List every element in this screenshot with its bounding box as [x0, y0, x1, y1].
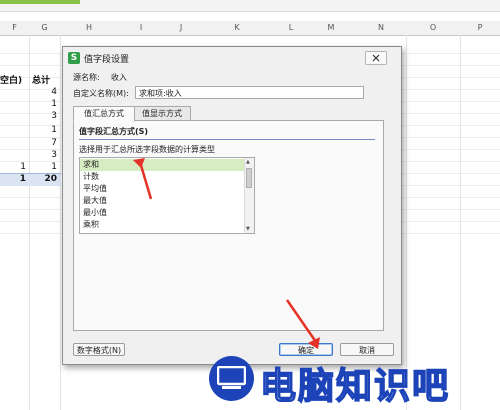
close-button[interactable]: [365, 51, 387, 65]
summarize-tab-panel: 值字段汇总方式(S) 选择用于汇总所选字段数据的计算类型 求和 计数 平均值 最…: [73, 120, 384, 331]
value-field-settings-dialog: S 值字段设置 源名称: 收入 自定义名称(M): 求和项:收入 值汇总方式 值…: [62, 46, 402, 365]
source-name-label: 源名称:: [73, 73, 100, 82]
column-header-l[interactable]: L: [276, 21, 307, 36]
header-cell-blank[interactable]: 空白): [0, 73, 22, 86]
dialog-titlebar[interactable]: S 值字段设置: [63, 47, 401, 69]
number-format-button[interactable]: 数字格式(N): [73, 343, 125, 356]
tab-summarize-by[interactable]: 值汇总方式: [73, 106, 135, 122]
cancel-button[interactable]: 取消: [340, 343, 394, 356]
cell-g-7[interactable]: 1: [30, 162, 57, 172]
header-cell-total[interactable]: 总计: [32, 73, 50, 86]
watermark-text: 电脑知识吧: [259, 365, 451, 408]
column-header-i[interactable]: I: [118, 21, 165, 36]
listbox-scrollbar[interactable]: ▲ ▼: [244, 158, 254, 233]
custom-name-label: 自定义名称(M):: [73, 89, 129, 98]
list-item-product[interactable]: 乘积: [80, 219, 246, 231]
scroll-up-icon[interactable]: ▲: [246, 159, 250, 165]
list-item-average[interactable]: 平均值: [80, 183, 246, 195]
cell-g-5[interactable]: 7: [30, 138, 57, 148]
list-item-min[interactable]: 最小值: [80, 207, 246, 219]
close-icon: [372, 54, 380, 62]
column-header-j[interactable]: J: [164, 21, 199, 36]
column-header-n[interactable]: N: [356, 21, 407, 36]
cell-g-3[interactable]: 3: [30, 111, 57, 121]
grand-total-f[interactable]: 1: [0, 174, 26, 184]
column-header-h[interactable]: H: [60, 21, 119, 36]
monitor-icon: [209, 356, 254, 401]
group-divider: [79, 139, 375, 140]
cell-f-1[interactable]: 1: [0, 162, 26, 172]
ok-button[interactable]: 确定: [279, 343, 333, 356]
dialog-title: 值字段设置: [84, 55, 130, 65]
ribbon-strip: [0, 0, 500, 12]
cell-g-1[interactable]: 4: [30, 87, 57, 97]
column-header-g[interactable]: G: [29, 21, 61, 36]
column-header-o[interactable]: O: [406, 21, 461, 36]
custom-name-input[interactable]: 求和项:收入: [135, 86, 364, 99]
list-description: 选择用于汇总所选字段数据的计算类型: [79, 145, 215, 154]
summary-type-listbox[interactable]: 求和 计数 平均值 最大值 最小值 乘积 ▲ ▼: [79, 157, 255, 234]
column-header-m[interactable]: M: [306, 21, 357, 36]
scroll-thumb[interactable]: [246, 168, 252, 188]
list-item-max[interactable]: 最大值: [80, 195, 246, 207]
cell-g-4[interactable]: 1: [30, 125, 57, 135]
scroll-down-icon[interactable]: ▼: [246, 226, 250, 232]
cell-g-2[interactable]: 1: [30, 99, 57, 109]
group-title: 值字段汇总方式(S): [79, 127, 149, 136]
source-name-value: 收入: [111, 73, 127, 82]
wps-app-icon: S: [68, 52, 80, 64]
column-header-p[interactable]: P: [460, 21, 500, 36]
list-item-sum[interactable]: 求和: [80, 159, 246, 171]
column-header-f[interactable]: F: [0, 21, 30, 36]
cell-g-6[interactable]: 3: [30, 150, 57, 160]
list-item-count[interactable]: 计数: [80, 171, 246, 183]
grand-total-g[interactable]: 20: [30, 174, 57, 184]
column-header-k[interactable]: K: [198, 21, 277, 36]
